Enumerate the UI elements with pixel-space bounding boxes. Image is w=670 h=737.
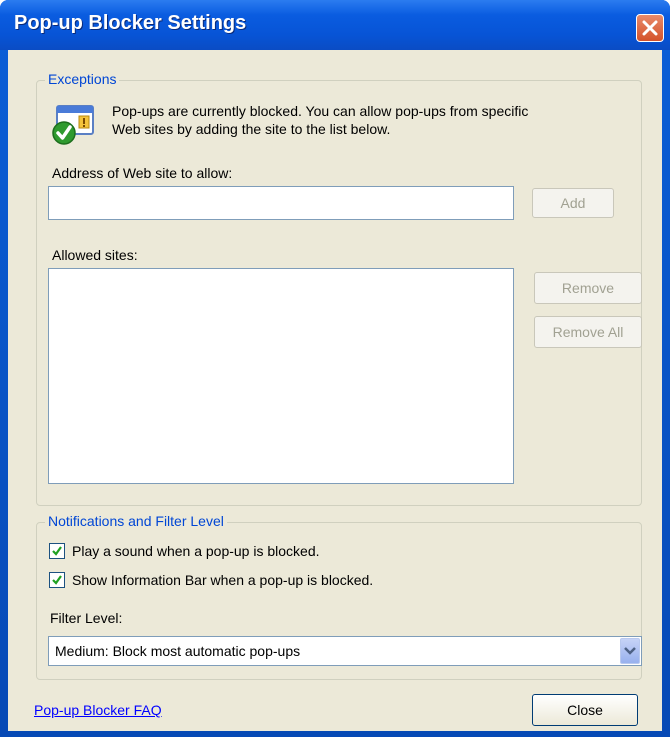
- checkmark-icon: [52, 546, 62, 556]
- filter-level-value: Medium: Block most automatic pop-ups: [55, 643, 301, 659]
- address-label: Address of Web site to allow:: [52, 165, 233, 181]
- notifications-legend: Notifications and Filter Level: [45, 513, 227, 529]
- dialog-body: Exceptions Pop-ups are currently blocked…: [8, 50, 662, 731]
- title-close-button[interactable]: [636, 14, 664, 42]
- info-bar-checkbox[interactable]: [49, 572, 65, 588]
- title-bar[interactable]: Pop-up Blocker Settings: [0, 0, 670, 50]
- filter-level-select[interactable]: Medium: Block most automatic pop-ups: [48, 636, 642, 666]
- play-sound-label[interactable]: Play a sound when a pop-up is blocked.: [72, 543, 320, 559]
- exceptions-info-line2: Web sites by adding the site to the list…: [112, 121, 391, 137]
- info-bar-label[interactable]: Show Information Bar when a pop-up is bl…: [72, 572, 373, 588]
- exceptions-info-line1: Pop-ups are currently blocked. You can a…: [112, 103, 529, 119]
- popup-blocked-shield-icon: [49, 102, 97, 150]
- close-icon: [642, 20, 658, 36]
- exceptions-legend: Exceptions: [45, 71, 120, 87]
- play-sound-checkbox[interactable]: [49, 543, 65, 559]
- address-input[interactable]: [48, 186, 514, 220]
- allowed-sites-label: Allowed sites:: [52, 247, 138, 263]
- checkmark-icon: [52, 575, 62, 585]
- remove-button[interactable]: Remove: [534, 272, 642, 304]
- allowed-sites-list[interactable]: [48, 268, 514, 484]
- add-button[interactable]: Add: [532, 188, 614, 218]
- remove-all-button[interactable]: Remove All: [534, 316, 642, 348]
- chevron-down-icon: [624, 647, 636, 655]
- close-button[interactable]: Close: [532, 694, 638, 726]
- dialog-window: Pop-up Blocker Settings Exceptions Pop-u…: [0, 0, 670, 737]
- window-title: Pop-up Blocker Settings: [14, 12, 247, 34]
- filter-dropdown-button[interactable]: [620, 638, 640, 664]
- faq-link[interactable]: Pop-up Blocker FAQ: [34, 702, 162, 718]
- filter-level-label: Filter Level:: [50, 610, 123, 626]
